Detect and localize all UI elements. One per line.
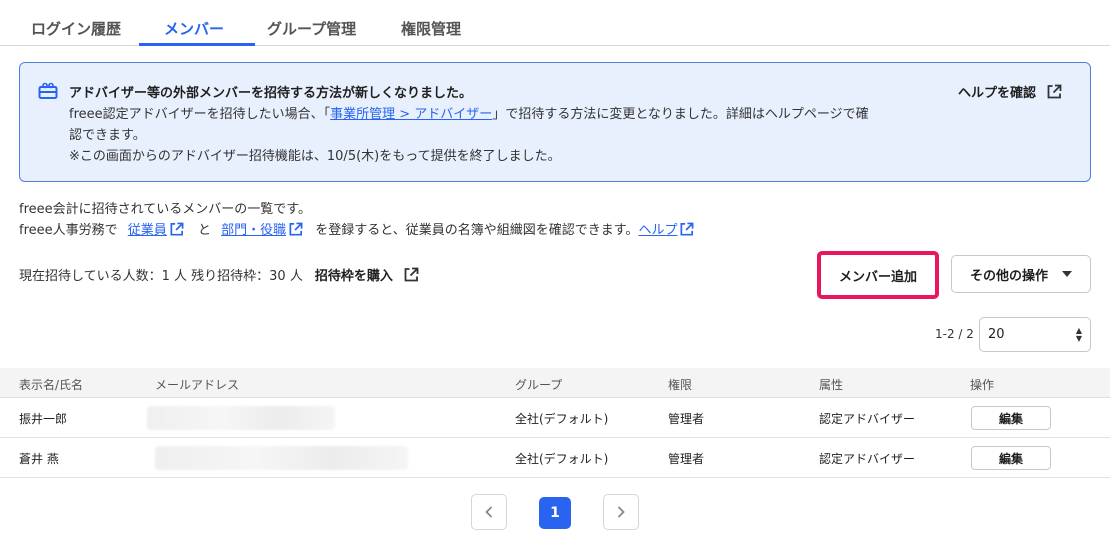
tab-permission-management[interactable]: 権限管理 <box>401 18 461 39</box>
notice-title: アドバイザー等の外部メンバーを招待する方法が新しくなりました。 <box>69 86 473 101</box>
tab-bar: ログイン履歴 メンバー グループ管理 権限管理 <box>0 0 1110 46</box>
table-header: 表示名/氏名 メールアドレス グループ 権限 属性 操作 <box>0 368 1110 398</box>
external-link-icon <box>170 222 184 236</box>
column-header-email: メールアドレス <box>155 378 240 392</box>
departments-link[interactable]: 部門・役職 <box>221 223 286 238</box>
result-range: 1-2 / 2 <box>935 327 974 341</box>
member-attribute: 認定アドバイザー <box>819 412 916 426</box>
email-redacted <box>147 406 335 430</box>
member-attribute: 認定アドバイザー <box>819 452 916 466</box>
member-name: 振井一郎 <box>19 412 68 426</box>
employees-link[interactable]: 従業員 <box>128 223 167 238</box>
chevron-right-icon <box>617 506 625 518</box>
next-page-button[interactable] <box>603 494 639 530</box>
notice-text: 」で招待する方法に変更となりました。詳細はヘルプページで確 <box>492 107 869 122</box>
table-row: 振井一郎 全社(デフォルト) 管理者 認定アドバイザー 編集 <box>0 398 1110 438</box>
add-member-button[interactable]: メンバー追加 <box>817 251 939 299</box>
external-link-icon <box>289 222 303 236</box>
help-link-inline[interactable]: ヘルプ <box>638 223 677 238</box>
info-notice: アドバイザー等の外部メンバーを招待する方法が新しくなりました。 freee認定ア… <box>19 62 1091 182</box>
gift-card-icon <box>38 82 58 99</box>
other-actions-label: その他の操作 <box>969 268 1048 284</box>
external-link-icon <box>404 267 419 281</box>
advisor-settings-link[interactable]: 事業所管理 > アドバイザー <box>330 107 492 122</box>
column-header-name: 表示名/氏名 <box>19 378 84 392</box>
external-link-icon <box>680 222 694 236</box>
page-size-select[interactable]: 20 ▲ ▼ <box>979 317 1091 352</box>
external-link-icon <box>1047 84 1062 98</box>
column-header-group: グループ <box>515 378 563 392</box>
description-text: と <box>197 223 211 238</box>
edit-button[interactable]: 編集 <box>971 406 1051 430</box>
previous-page-button[interactable] <box>471 494 507 530</box>
email-redacted <box>155 446 408 470</box>
quota-text: 現在招待している人数：1 人 残り招待枠：30 人 <box>19 269 303 284</box>
member-group: 全社(デフォルト) <box>515 452 609 466</box>
description-line: freee会計に招待されているメンバーの一覧です。 <box>19 202 311 217</box>
description: freee会計に招待されているメンバーの一覧です。 freee人事労務で 従業員… <box>19 199 698 241</box>
column-header-role: 権限 <box>668 378 693 392</box>
buy-quota-link[interactable]: 招待枠を購入 <box>315 265 419 284</box>
active-tab-indicator <box>139 43 255 46</box>
notice-body: freee認定アドバイザーを招待したい場合、「事業所管理 > アドバイザー」で招… <box>69 104 939 167</box>
tab-group-management[interactable]: グループ管理 <box>267 18 356 39</box>
other-actions-dropdown[interactable]: その他の操作 <box>951 255 1091 293</box>
tab-login-history[interactable]: ログイン履歴 <box>31 18 121 39</box>
description-text: freee人事労務で <box>19 223 118 238</box>
tab-members[interactable]: メンバー <box>164 18 224 39</box>
member-group: 全社(デフォルト) <box>515 412 609 426</box>
notice-text: ※この画面からのアドバイザー招待機能は、10/5(木)をもって提供を終了しました… <box>69 149 561 164</box>
column-header-attribute: 属性 <box>819 378 844 392</box>
edit-button[interactable]: 編集 <box>971 446 1051 470</box>
chevron-left-icon <box>485 506 493 518</box>
notice-text: freee認定アドバイザーを招待したい場合、「 <box>69 107 331 122</box>
page-size-value: 20 <box>988 327 1005 342</box>
column-header-actions: 操作 <box>970 378 995 392</box>
member-name: 蒼井 燕 <box>19 452 59 466</box>
member-role: 管理者 <box>668 412 705 426</box>
member-role: 管理者 <box>668 452 705 466</box>
description-line: freee人事労務で 従業員 と 部門・役職 を登録すると、従業員の名簿や組織図… <box>19 220 698 241</box>
buy-quota-label: 招待枠を購入 <box>314 269 393 284</box>
caret-down-icon <box>1062 271 1072 277</box>
page-number-current[interactable]: 1 <box>539 497 571 529</box>
description-text: を登録すると、従業員の名簿や組織図を確認できます。 <box>315 223 639 238</box>
select-arrows-icon: ▲ ▼ <box>1075 326 1082 343</box>
invite-quota: 現在招待している人数：1 人 残り招待枠：30 人 招待枠を購入 <box>19 265 419 284</box>
help-link[interactable]: ヘルプを確認 <box>958 82 1062 101</box>
table-row: 蒼井 燕 全社(デフォルト) 管理者 認定アドバイザー 編集 <box>0 438 1110 478</box>
notice-text: 認できます。 <box>69 128 146 143</box>
help-link-label: ヘルプを確認 <box>957 86 1036 101</box>
